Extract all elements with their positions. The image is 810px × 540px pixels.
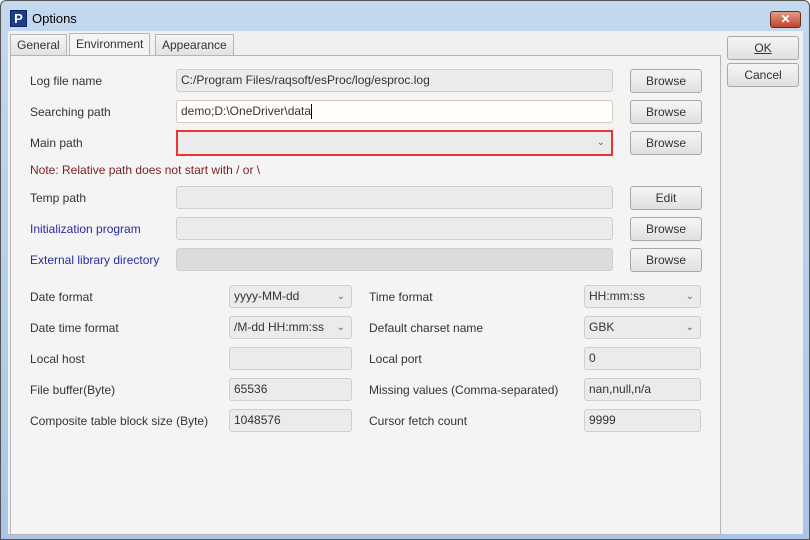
cursor-fetch-label: Cursor fetch count	[369, 414, 468, 428]
date-format-value: yyyy-MM-dd	[234, 289, 300, 303]
browse-extlib-button[interactable]: Browse	[630, 248, 702, 272]
chevron-down-icon: ⌄	[685, 322, 694, 333]
browse-search-button[interactable]: Browse	[630, 100, 702, 124]
cancel-button[interactable]: Cancel	[727, 63, 799, 87]
window-title: Options	[32, 11, 77, 26]
time-format-label: Time format	[369, 290, 433, 304]
cursor-fetch-field[interactable]: 9999	[584, 409, 701, 432]
search-path-input[interactable]: demo;D:\OneDriver\data	[176, 100, 613, 123]
local-port-label: Local port	[369, 352, 422, 366]
search-path-label: Searching path	[30, 105, 111, 119]
date-format-select[interactable]: yyyy-MM-dd ⌄	[229, 285, 352, 308]
init-program-label: Initialization program	[30, 222, 141, 236]
local-host-label: Local host	[30, 352, 85, 366]
local-port-field[interactable]: 0	[584, 347, 701, 370]
local-host-field[interactable]	[229, 347, 352, 370]
log-file-field[interactable]: C:/Program Files/raqsoft/esProc/log/espr…	[176, 69, 613, 92]
dialog-body: General Environment Appearance OK Cancel…	[8, 31, 803, 535]
datetime-format-select[interactable]: /M-dd HH:mm:ss ⌄	[229, 316, 352, 339]
temp-path-field[interactable]	[176, 186, 613, 209]
tab-environment[interactable]: Environment	[69, 33, 151, 56]
tab-general[interactable]: General	[10, 34, 67, 55]
search-path-value: demo;D:\OneDriver\data	[181, 104, 312, 118]
main-path-select[interactable]: ⌄	[176, 130, 613, 156]
file-buffer-field[interactable]: 65536	[229, 378, 352, 401]
datetime-format-label: Date time format	[30, 321, 119, 335]
file-buffer-label: File buffer(Byte)	[30, 383, 116, 397]
app-icon: P	[10, 10, 27, 27]
chevron-down-icon: ⌄	[596, 137, 605, 148]
ext-lib-field[interactable]	[176, 248, 613, 271]
date-format-label: Date format	[30, 290, 93, 304]
edit-temp-button[interactable]: Edit	[630, 186, 702, 210]
main-path-label: Main path	[30, 136, 83, 150]
chevron-down-icon: ⌄	[685, 291, 694, 302]
ext-lib-label: External library directory	[30, 253, 160, 267]
time-format-value: HH:mm:ss	[589, 289, 645, 303]
title-bar: P Options ✕	[1, 1, 809, 33]
charset-select[interactable]: GBK ⌄	[584, 316, 701, 339]
relative-path-note: Note: Relative path does not start with …	[30, 163, 261, 177]
missing-values-field[interactable]: nan,null,n/a	[584, 378, 701, 401]
ok-button[interactable]: OK	[727, 36, 799, 60]
ok-label: OK	[754, 41, 772, 55]
text-caret	[311, 104, 313, 120]
block-size-label: Composite table block size (Byte)	[30, 414, 209, 428]
browse-init-button[interactable]: Browse	[630, 217, 702, 241]
temp-path-label: Temp path	[30, 191, 87, 205]
options-dialog: P Options ✕ General Environment Appearan…	[0, 0, 810, 540]
chevron-down-icon: ⌄	[336, 322, 345, 333]
close-icon[interactable]: ✕	[770, 11, 801, 28]
chevron-down-icon: ⌄	[336, 291, 345, 302]
log-file-label: Log file name	[30, 74, 103, 88]
charset-value: GBK	[589, 320, 615, 334]
browse-log-button[interactable]: Browse	[630, 69, 702, 93]
environment-panel: Log file name C:/Program Files/raqsoft/e…	[10, 55, 721, 535]
charset-label: Default charset name	[369, 321, 484, 335]
time-format-select[interactable]: HH:mm:ss ⌄	[584, 285, 701, 308]
tab-appearance[interactable]: Appearance	[155, 34, 234, 55]
datetime-format-value: /M-dd HH:mm:ss	[234, 320, 324, 334]
browse-main-button[interactable]: Browse	[630, 131, 702, 155]
missing-values-label: Missing values (Comma-separated)	[369, 383, 559, 397]
block-size-field[interactable]: 1048576	[229, 409, 352, 432]
init-program-field[interactable]	[176, 217, 613, 240]
